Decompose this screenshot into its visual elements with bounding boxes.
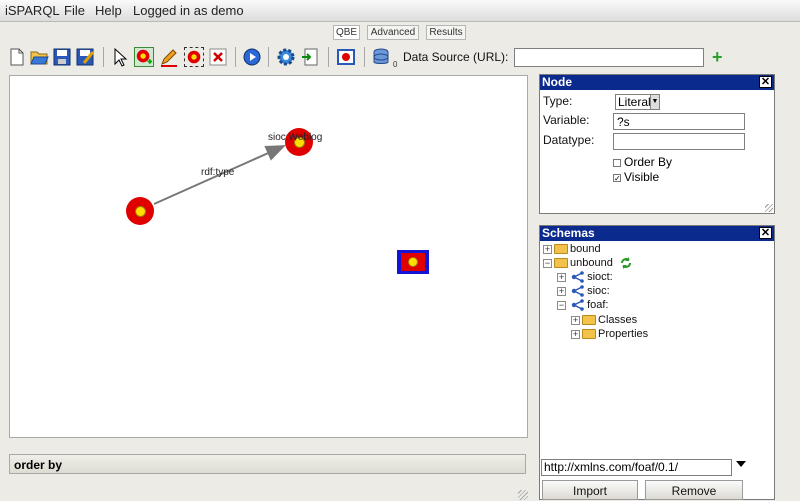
save-icon[interactable] (52, 47, 72, 67)
expand-icon[interactable]: + (571, 315, 580, 325)
order-by-checkbox-row[interactable]: Order By (613, 155, 672, 169)
tree-item-sioct[interactable]: + sioct: (557, 270, 613, 284)
edge-layer (153, 145, 286, 205)
expand-icon[interactable]: + (543, 244, 552, 254)
toolbar-separator (268, 47, 269, 67)
menu-help[interactable]: Help (95, 3, 122, 18)
tree-item-foaf[interactable]: − foaf: (557, 298, 608, 312)
visible-checkbox[interactable]: ✓ (613, 173, 621, 182)
tab-results[interactable]: Results (426, 25, 466, 40)
toolbar-separator (103, 47, 104, 67)
tree-item-label: sioc: (587, 285, 610, 297)
import-button[interactable]: Import (542, 480, 638, 500)
expand-icon[interactable]: + (571, 329, 580, 339)
object-node-label: sioc:Weblog (268, 132, 323, 143)
close-icon[interactable]: ✕ (759, 227, 772, 239)
remove-button[interactable]: Remove (645, 480, 743, 500)
dataset-icon[interactable] (371, 47, 391, 67)
order-by-checkbox-label: Order By (624, 155, 673, 169)
login-status: Logged in as demo (133, 3, 244, 18)
group-icon[interactable] (184, 47, 204, 67)
settings-gear-icon[interactable] (276, 47, 296, 67)
delete-icon[interactable] (208, 47, 228, 67)
order-by-bar[interactable]: order by (9, 454, 526, 474)
add-node-icon[interactable] (134, 47, 154, 67)
toolbar-separator (235, 47, 236, 67)
toolbar-separator (328, 47, 329, 67)
literal-node-inner (401, 253, 425, 271)
schemas-panel-title: Schemas (542, 226, 595, 240)
tree-item-label: sioct: (587, 271, 613, 283)
open-folder-icon[interactable] (29, 47, 49, 67)
refresh-icon[interactable] (619, 256, 633, 270)
run-query-icon[interactable] (242, 47, 262, 67)
clear-canvas-icon[interactable] (336, 47, 356, 67)
type-label: Type: (543, 94, 573, 108)
tree-item-sioc[interactable]: + sioc: (557, 284, 610, 298)
folder-icon (582, 315, 596, 326)
folder-icon (582, 329, 596, 340)
menu-file[interactable]: File (64, 3, 85, 18)
node-panel-header: Node ✕ (540, 75, 774, 90)
node-panel-title: Node (542, 75, 572, 89)
node-core (134, 205, 146, 217)
visible-checkbox-row[interactable]: ✓ Visible (613, 170, 659, 184)
datatype-input[interactable] (613, 133, 745, 150)
tree-item-bound[interactable]: + bound (543, 242, 601, 256)
tree-item-properties[interactable]: + Properties (571, 327, 648, 341)
close-icon[interactable]: ✕ (759, 76, 772, 88)
tree-item-label: Properties (598, 328, 649, 340)
visible-checkbox-label: Visible (624, 170, 660, 184)
qbe-canvas[interactable]: sioc:Weblog rdf:type (9, 75, 528, 438)
node-panel: Node ✕ Type: Literal ▼ Variable: Datatyp… (539, 74, 775, 214)
app-name: iSPARQL (5, 3, 60, 18)
collapse-icon[interactable]: − (557, 300, 566, 310)
type-select[interactable]: Literal ▼ (615, 94, 660, 110)
folder-open-icon (554, 258, 568, 269)
select-pointer-icon[interactable] (110, 47, 130, 67)
data-source-input[interactable] (514, 48, 704, 67)
tree-item-unbound[interactable]: − unbound (543, 256, 633, 270)
tree-item-label: Classes (598, 314, 638, 326)
chevron-down-icon: ▼ (650, 95, 659, 109)
add-datasource-icon[interactable]: + (712, 48, 723, 66)
order-by-label: order by (14, 458, 63, 472)
tree-item-label: foaf: (587, 299, 609, 311)
collapse-icon[interactable]: − (543, 258, 552, 268)
datatype-label: Datatype: (543, 133, 595, 147)
tab-advanced[interactable]: Advanced (367, 25, 419, 40)
dataset-count: 0 (393, 60, 398, 69)
subject-node[interactable] (126, 197, 154, 225)
variable-input[interactable] (613, 113, 745, 130)
chevron-down-icon[interactable] (736, 461, 746, 467)
namespace-icon (571, 285, 584, 297)
tree-item-label: unbound (570, 257, 613, 269)
schema-url-input[interactable]: http://xmlns.com/foaf/0.1/ (541, 459, 732, 476)
expand-icon[interactable]: + (557, 272, 566, 282)
data-source-label: Data Source (URL): (403, 50, 509, 64)
order-by-checkbox[interactable] (613, 158, 621, 167)
resize-grip[interactable] (518, 490, 528, 500)
load-icon[interactable] (300, 47, 320, 67)
menu-bar: iSPARQL File Help Logged in as demo (0, 0, 800, 22)
resize-grip[interactable] (765, 204, 773, 212)
folder-icon (554, 244, 568, 255)
namespace-icon (571, 299, 584, 311)
new-file-icon[interactable] (7, 47, 27, 67)
variable-label: Variable: (543, 113, 590, 127)
save-as-icon[interactable] (75, 47, 95, 67)
edge-label: rdf:type (201, 167, 235, 178)
type-select-value: Literal (618, 95, 651, 109)
toolbar-separator (364, 47, 365, 67)
literal-node[interactable] (397, 250, 429, 274)
node-core (408, 257, 418, 267)
edit-pencil-icon[interactable] (159, 47, 179, 67)
namespace-icon (571, 271, 584, 283)
tree-item-label: bound (570, 243, 601, 255)
expand-icon[interactable]: + (557, 286, 566, 296)
tab-qbe[interactable]: QBE (333, 25, 360, 40)
tree-item-classes[interactable]: + Classes (571, 313, 637, 327)
schemas-panel-header: Schemas ✕ (540, 226, 774, 241)
